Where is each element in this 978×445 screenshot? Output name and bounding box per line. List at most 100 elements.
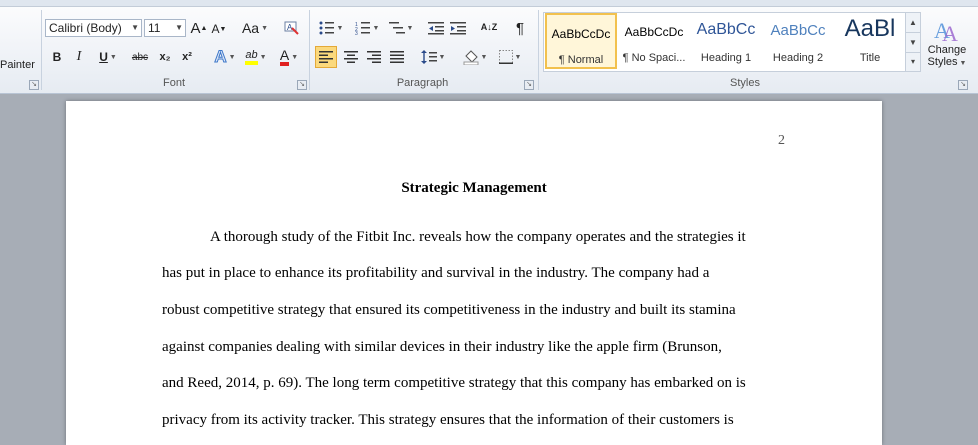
ribbon-top-strip	[0, 0, 978, 7]
shrink-font-button[interactable]: A ▼	[210, 19, 228, 39]
styles-gallery-scroller[interactable]: ▲ ▼ ▾	[905, 12, 921, 72]
borders-icon	[498, 50, 513, 64]
multilevel-list-icon	[388, 22, 405, 34]
numbering-icon: 123	[355, 22, 370, 35]
line-spacing-icon	[420, 50, 437, 64]
style-sample: AaBbCc	[696, 21, 756, 38]
ribbon: Painter ↘ Calibri (Body) ▼ 11 ▼ A ▲ A ▼ Aa…	[0, 0, 978, 94]
more-styles-icon[interactable]: ▾	[906, 52, 920, 71]
align-center-button[interactable]	[341, 47, 361, 67]
svg-text:A: A	[942, 21, 958, 44]
style-title[interactable]: AaBl Title	[834, 13, 906, 69]
change-case-button[interactable]: Aa ▼	[240, 18, 270, 38]
styles-group-label: Styles	[730, 77, 760, 89]
paragraph-line: and Reed, 2014, p. 69). The long term co…	[162, 375, 746, 391]
sort-button[interactable]: A↓Z	[478, 17, 500, 37]
font-size-value: 11	[148, 21, 161, 35]
italic-button[interactable]: I	[70, 47, 88, 67]
numbering-button[interactable]: 1 2 3 ▼	[352, 18, 382, 38]
style-sample: AaBbCc	[770, 22, 826, 39]
decrease-indent-icon	[428, 22, 444, 35]
grow-font-button[interactable]: A ▲	[190, 18, 208, 38]
page-number: 2	[778, 133, 785, 148]
clear-formatting-icon: A	[284, 21, 299, 35]
strikethrough-button[interactable]: abc	[128, 47, 152, 67]
underline-button[interactable]: U ▼	[93, 47, 123, 67]
separator	[41, 10, 42, 90]
shading-button[interactable]: ▼	[460, 47, 490, 67]
text-effects-icon: A	[214, 47, 227, 67]
paragraph-line: A thorough study of the Fitbit Inc. reve…	[210, 229, 746, 245]
chevron-down-icon: ▼	[131, 23, 139, 32]
style-sample: AaBl	[844, 15, 896, 42]
svg-text:3: 3	[355, 31, 358, 35]
change-styles-label-1: Change	[927, 44, 967, 56]
paint-bucket-icon	[463, 50, 479, 65]
paragraph-dialog-launcher[interactable]: ↘	[524, 80, 534, 90]
text-highlight-button[interactable]: ab ▼	[242, 47, 270, 67]
font-size-combo[interactable]: 11 ▼	[144, 19, 186, 37]
increase-indent-icon	[450, 22, 466, 35]
font-dialog-launcher[interactable]: ↘	[297, 80, 307, 90]
font-name-combo[interactable]: Calibri (Body) ▼	[45, 19, 142, 37]
align-right-icon	[367, 51, 381, 63]
shrink-font-icon: A	[211, 22, 220, 36]
chevron-down-icon: ▼	[175, 23, 183, 32]
svg-text:A: A	[287, 23, 293, 32]
style-no-spacing[interactable]: AaBbCcDc ¶ No Spaci...	[618, 13, 690, 69]
font-group-label: Font	[162, 77, 185, 89]
align-left-icon	[319, 51, 333, 63]
style-normal[interactable]: AaBbCcDc ¶ Normal	[545, 13, 617, 69]
text-effects-button[interactable]: A ▼	[210, 47, 240, 67]
paragraph-group-label: Paragraph	[396, 77, 449, 89]
style-name: Heading 1	[700, 52, 752, 64]
change-case-label: Aa	[241, 20, 260, 36]
font-name-value: Calibri (Body)	[49, 21, 122, 35]
document-title: Strategic Management	[401, 180, 547, 196]
style-name: ¶ Normal	[558, 54, 604, 66]
show-formatting-marks-button[interactable]: ¶	[510, 18, 530, 38]
justify-button[interactable]	[387, 47, 407, 67]
paragraph-line: privacy from its activity tracker. This …	[162, 412, 734, 428]
style-heading-2[interactable]: AaBbCc Heading 2	[762, 13, 834, 69]
clear-formatting-button[interactable]: A	[282, 17, 302, 37]
scroll-down-icon[interactable]: ▼	[906, 32, 920, 52]
change-styles-button[interactable]: AA Change Styles ▼	[922, 10, 972, 74]
underline-label: U	[99, 50, 108, 64]
separator	[538, 10, 539, 90]
font-color-button[interactable]: A ▼	[275, 47, 303, 67]
paragraph-line: against companies dealing with similar d…	[162, 339, 722, 355]
align-right-button[interactable]	[364, 47, 384, 67]
style-name: Title	[859, 52, 881, 64]
superscript-button[interactable]: x²	[178, 47, 196, 67]
subscript-button[interactable]: x₂	[156, 47, 174, 67]
style-sample: AaBbCcDc	[551, 27, 611, 41]
change-styles-label-2: Styles ▼	[927, 56, 967, 68]
bullets-button[interactable]: ▼	[316, 18, 346, 38]
clipboard-dialog-launcher[interactable]: ↘	[29, 80, 39, 90]
decrease-indent-button[interactable]	[426, 18, 446, 38]
highlight-icon: ab	[245, 49, 258, 65]
paragraph-line: has put in place to enhance its profitab…	[162, 265, 710, 281]
scroll-up-icon[interactable]: ▲	[906, 13, 920, 32]
justify-icon	[390, 51, 404, 63]
style-sample: AaBbCcDc	[624, 25, 684, 39]
align-left-button[interactable]	[315, 46, 337, 68]
document-page[interactable]: 2 Strategic Management A thorough study …	[66, 101, 882, 445]
paragraph-line: robust competitive strategy that ensured…	[162, 302, 736, 318]
grow-font-icon: A	[190, 19, 201, 37]
style-heading-1[interactable]: AaBbCc Heading 1	[690, 13, 762, 69]
format-painter-button[interactable]: Painter	[0, 55, 38, 75]
line-spacing-button[interactable]: ▼	[418, 47, 448, 67]
styles-gallery: AaBbCcDc ¶ Normal AaBbCcDc ¶ No Spaci...…	[543, 12, 907, 72]
multilevel-list-button[interactable]: ▼	[386, 18, 416, 38]
styles-dialog-launcher[interactable]: ↘	[958, 80, 968, 90]
style-name: Heading 2	[772, 52, 824, 64]
font-color-icon: A	[279, 48, 290, 66]
bold-button[interactable]: B	[48, 47, 66, 67]
increase-indent-button[interactable]	[448, 18, 468, 38]
bullets-icon	[319, 21, 334, 35]
style-name: ¶ No Spaci...	[622, 52, 686, 64]
align-center-icon	[344, 51, 358, 63]
borders-button[interactable]: ▼	[496, 47, 524, 67]
